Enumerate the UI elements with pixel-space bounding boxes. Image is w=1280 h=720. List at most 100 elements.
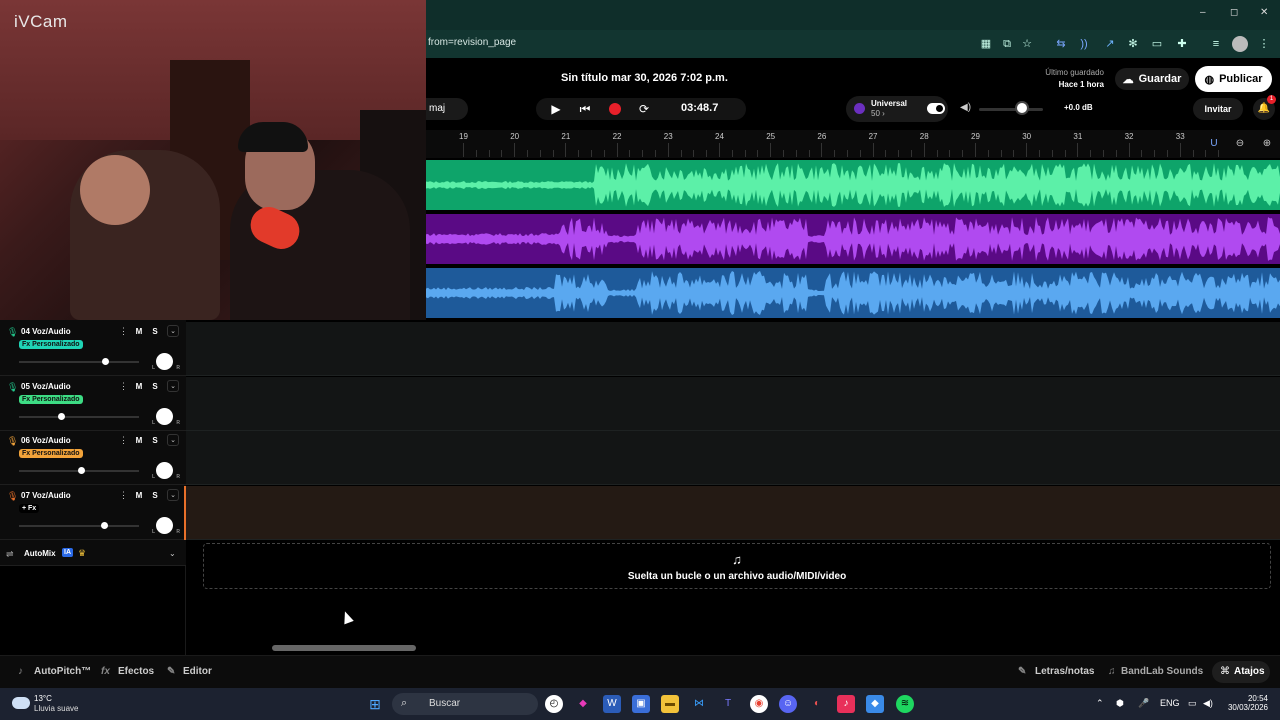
spotify-icon[interactable]: ≋ [896, 695, 914, 713]
microphone-icon[interactable]: 🎤 [1138, 698, 1149, 709]
fx-badge[interactable]: Fx Personalizado [19, 340, 83, 349]
fx-badge[interactable]: Fx Personalizado [19, 449, 83, 458]
maximize-button[interactable]: ◻ [1230, 7, 1238, 18]
audio-clip-3[interactable] [426, 268, 1280, 318]
puzzle-icon[interactable]: ✚ [1174, 36, 1190, 52]
universal-control[interactable]: Universal 50 › [846, 96, 948, 122]
app3-icon[interactable]: ◆ [866, 695, 884, 713]
more-options-icon[interactable]: ⋮ [119, 490, 128, 501]
solo-button[interactable]: S [149, 491, 161, 502]
gear-icon[interactable]: ✻ [1125, 36, 1141, 52]
mute-button[interactable]: M [133, 382, 145, 393]
app2-icon[interactable]: ◐ [808, 695, 826, 713]
taskbar-clock[interactable]: 20:54 30/03/2026 [1226, 694, 1268, 712]
audio-clip-2[interactable] [426, 214, 1280, 264]
word-icon[interactable]: W [603, 695, 621, 713]
track-volume-slider[interactable] [19, 415, 139, 418]
skip-back-icon[interactable]: ⏮ [577, 101, 593, 117]
autopitch-button[interactable]: AutoPitch™ [34, 666, 91, 677]
menu-icon[interactable]: ⋮ [1256, 36, 1272, 52]
fx-badge[interactable]: + Fx [19, 503, 40, 513]
chevron-down-icon[interactable]: ⌄ [167, 379, 179, 392]
star-icon[interactable]: ☆ [1019, 36, 1035, 52]
track-lane-06[interactable] [186, 431, 1280, 485]
track-volume-knob[interactable] [101, 521, 109, 529]
track-volume-slider[interactable] [19, 361, 139, 363]
more-options-icon[interactable]: ⋮ [119, 435, 128, 446]
track-name[interactable]: 06 Voz/Audio [21, 436, 71, 445]
solo-button[interactable]: S [149, 436, 161, 447]
shortcuts-button[interactable]: ⌘ Atajos [1212, 661, 1270, 683]
track-header[interactable]: 🎙 07 Voz/Audio ⋮ M S ⌄ + Fx L R [0, 485, 186, 540]
track-header[interactable]: 🎙 06 Voz/Audio ⋮ M S ⌄ Fx Personalizado L R [0, 431, 186, 485]
track-lane-05[interactable] [186, 377, 1280, 431]
chrome-icon[interactable]: ◉ [750, 695, 768, 713]
zoom-out-icon[interactable]: ⊖ [1232, 136, 1248, 152]
audio-icon[interactable]: )) [1076, 36, 1092, 52]
url-text[interactable]: from=revision_page [428, 37, 516, 48]
vpn-icon[interactable]: ⬢ [1116, 698, 1124, 709]
track-volume-knob[interactable] [58, 412, 65, 420]
timeline-ruler[interactable]: U ⊖ ⊕ 19 20 21 22 23 24 25 26 27 28 29 30 31 32 33 [426, 130, 1280, 158]
chevron-up-icon[interactable]: ⌃ [1096, 698, 1104, 709]
minimize-button[interactable]: – [1200, 7, 1206, 18]
track-name[interactable]: 05 Voz/Audio [21, 382, 71, 391]
horizontal-scrollbar[interactable] [272, 645, 416, 651]
track-volume-knob[interactable] [102, 358, 110, 365]
save-button[interactable]: ☁ Guardar [1115, 68, 1189, 90]
weather-condition[interactable]: Lluvia suave [34, 704, 78, 713]
track-name[interactable]: 04 Voz/Audio [21, 327, 71, 336]
master-volume-slider[interactable] [979, 108, 1043, 111]
chevron-down-icon[interactable]: ⌄ [167, 325, 179, 337]
invite-button[interactable]: Invitar [1193, 98, 1243, 120]
editor-button[interactable]: Editor [183, 666, 212, 677]
qr-icon[interactable]: ▦ [978, 36, 994, 52]
address-bar[interactable]: from=revision_page ▦ ⧉ ☆ ⇆ )) ↗ ✻ ▭ ✚ ≡ … [426, 30, 1280, 58]
snap-icon[interactable]: U [1206, 136, 1222, 152]
windows-start-icon[interactable]: ⊞ [366, 695, 384, 713]
track-lane-04[interactable] [186, 322, 1280, 376]
weather-icon[interactable] [12, 697, 30, 709]
discord-icon[interactable]: ☺ [779, 695, 797, 713]
project-title[interactable]: Sin título mar 30, 2026 7:02 p.m. [561, 72, 728, 84]
cast-icon[interactable]: ▭ [1149, 36, 1165, 52]
speaker-icon[interactable]: ◀) [960, 102, 971, 113]
audio-clip-1[interactable] [426, 160, 1280, 210]
ext-icon[interactable]: ↗ [1102, 36, 1118, 52]
more-options-icon[interactable]: ⋮ [119, 381, 128, 392]
loop-icon[interactable]: ⟳ [636, 101, 652, 117]
track-lane-07[interactable] [186, 486, 1280, 540]
mute-button[interactable]: M [133, 491, 145, 502]
taskbar-search[interactable]: ⌕ Buscar [392, 693, 538, 715]
app-icon[interactable]: ◆ [574, 695, 592, 713]
track-volume-slider[interactable] [19, 524, 139, 527]
teams-icon[interactable]: T [719, 695, 737, 713]
track-header[interactable]: 🎙 04 Voz/Audio ⋮ M S ⌄ Fx Personalizado L R [0, 322, 186, 376]
fx-badge[interactable]: Fx Personalizado [19, 394, 83, 404]
profile-icon[interactable] [1232, 36, 1248, 52]
speaker-tray-icon[interactable]: ◀) [1203, 698, 1213, 709]
pip-icon[interactable]: ⧉ [999, 36, 1015, 52]
record-icon[interactable] [609, 103, 621, 115]
effects-button[interactable]: Efectos [118, 666, 154, 677]
lyrics-button[interactable]: Letras/notas [1035, 666, 1094, 677]
drop-zone[interactable]: ♫ Suelta un bucle o un archivo audio/MID… [203, 543, 1271, 589]
publish-button[interactable]: ◍ Publicar [1195, 66, 1272, 92]
translate-icon[interactable]: ⇆ [1053, 36, 1069, 52]
store-icon[interactable]: ▣ [632, 695, 650, 713]
playhead[interactable] [184, 486, 186, 540]
master-volume-knob[interactable] [1015, 101, 1029, 115]
queue-icon[interactable]: ≡ [1208, 36, 1224, 52]
more-options-icon[interactable]: ⋮ [119, 326, 128, 337]
automix-row[interactable]: ⇌ AutoMix IA ♛ ⌄ [0, 544, 186, 566]
key-selector[interactable]: maj [426, 98, 468, 120]
temperature[interactable]: 13°C [34, 694, 52, 703]
tiktok-icon[interactable]: ♪ [837, 695, 855, 713]
track-header[interactable]: 🎙 05 Voz/Audio ⋮ M S ⌄ Fx Personalizado L R [0, 377, 186, 431]
chevron-down-icon[interactable]: ⌄ [169, 549, 176, 558]
close-button[interactable]: ✕ [1260, 7, 1268, 18]
solo-button[interactable]: S [149, 382, 161, 393]
language-indicator[interactable]: ENG [1160, 698, 1180, 708]
bandlab-sounds-button[interactable]: BandLab Sounds [1121, 666, 1203, 677]
chevron-down-icon[interactable]: ⌄ [167, 434, 179, 446]
